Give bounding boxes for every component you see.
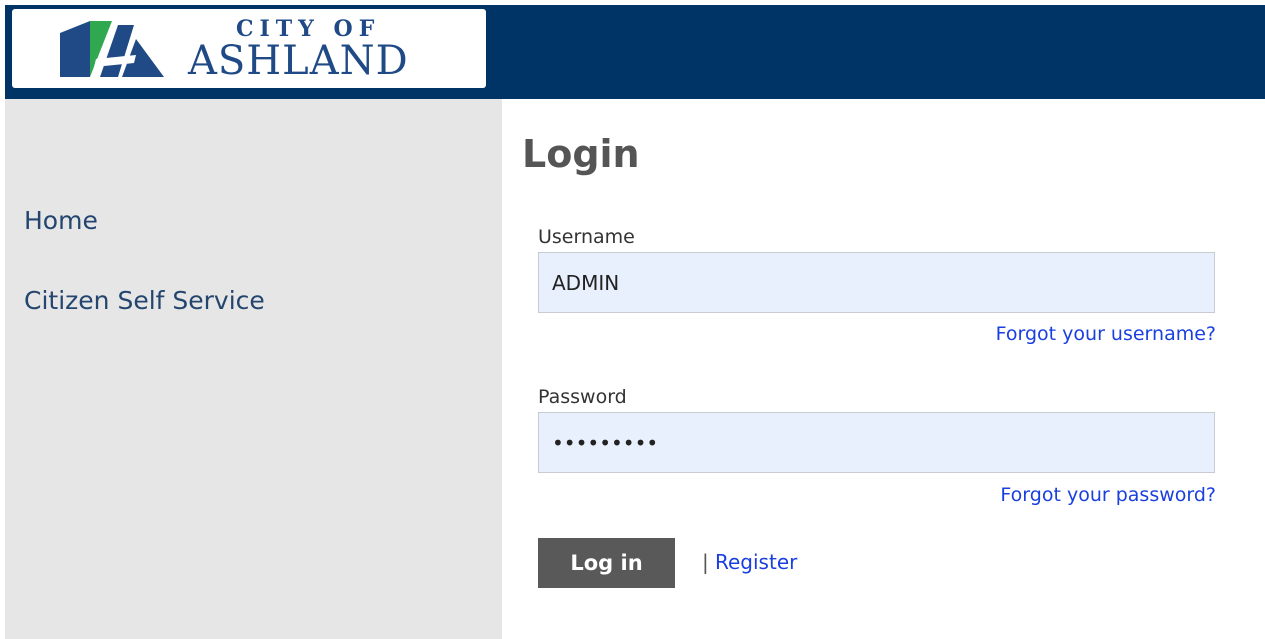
login-panel: Login Username Forgot your username? Pas…: [502, 99, 1265, 639]
username-input[interactable]: [538, 252, 1215, 313]
logo-ashland-text: ASHLAND: [188, 38, 409, 84]
forgot-username-link[interactable]: Forgot your username?: [996, 323, 1216, 345]
password-input[interactable]: [538, 412, 1215, 473]
login-button[interactable]: Log in: [538, 538, 675, 588]
sidebar: Home Citizen Self Service: [5, 99, 502, 639]
site-header: CITY OF ASHLAND: [5, 5, 1265, 99]
ashland-logo-icon: [60, 21, 164, 77]
city-logo[interactable]: CITY OF ASHLAND: [12, 9, 486, 88]
forgot-password-link[interactable]: Forgot your password?: [1000, 484, 1216, 506]
register-link[interactable]: Register: [715, 550, 797, 574]
username-label: Username: [538, 226, 635, 248]
sidebar-item-home[interactable]: Home: [24, 206, 98, 235]
page: CITY OF ASHLAND Home Citizen Self Servic…: [0, 0, 1265, 639]
sidebar-item-citizen-self-service[interactable]: Citizen Self Service: [24, 286, 265, 315]
password-label: Password: [538, 386, 627, 408]
link-separator: |: [702, 550, 709, 574]
page-title: Login: [522, 132, 640, 176]
